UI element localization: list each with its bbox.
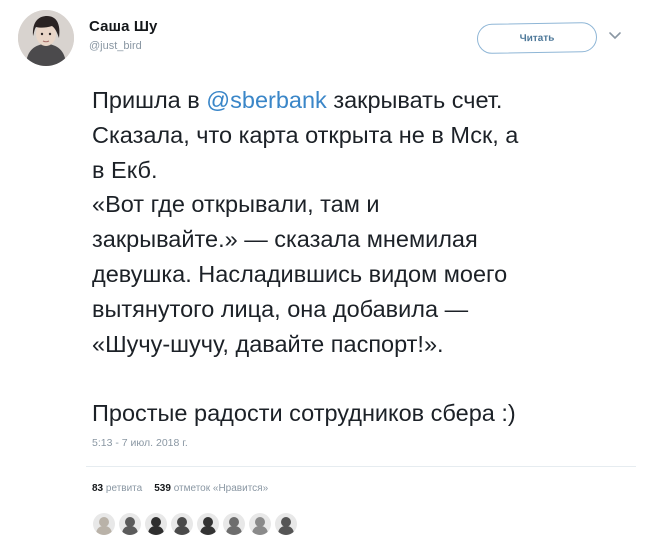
retweets-count: 83 (92, 483, 104, 494)
retweets-label: ретвита (105, 483, 143, 494)
likes-label: отметок «Нравится» (173, 483, 269, 494)
retweets-stat[interactable]: 83 ретвита (92, 483, 142, 494)
divider-top (86, 466, 636, 467)
liker-avatar-3[interactable] (145, 513, 167, 535)
author-avatar-image (18, 10, 74, 66)
liker-avatar-7[interactable] (249, 513, 271, 535)
tweet-card: Саша Шу @just_bird Читать Пришла в @sber… (0, 0, 665, 554)
liker-avatar-6[interactable] (223, 513, 245, 535)
tweet-text-rest: закрывать счет. Сказала, что карта откры… (92, 87, 519, 427)
author-handle[interactable]: @just_bird (89, 40, 142, 52)
likes-count: 539 (154, 483, 171, 494)
author-name[interactable]: Саша Шу (89, 18, 158, 35)
likes-stat[interactable]: 539 отметок «Нравится» (154, 483, 268, 494)
author-avatar[interactable] (18, 10, 74, 66)
tweet-text: Пришла в @sberbank закрывать счет. Сказа… (92, 83, 652, 431)
tweet-stats: 83 ретвита 539 отметок «Нравится» (92, 483, 268, 494)
chevron-down-icon[interactable] (608, 30, 622, 42)
tweet-timestamp[interactable]: 5:13 - 7 июл. 2018 г. (92, 437, 188, 449)
liker-avatar-5[interactable] (197, 513, 219, 535)
follow-button[interactable]: Читать (476, 21, 598, 55)
mention-link[interactable]: @sberbank (206, 87, 327, 113)
liker-avatar-1[interactable] (93, 513, 115, 535)
likers-avatars (93, 513, 297, 535)
liker-avatar-8[interactable] (275, 513, 297, 535)
tweet-text-start: Пришла в (92, 87, 207, 113)
liker-avatar-4[interactable] (171, 513, 193, 535)
liker-avatar-2[interactable] (119, 513, 141, 535)
